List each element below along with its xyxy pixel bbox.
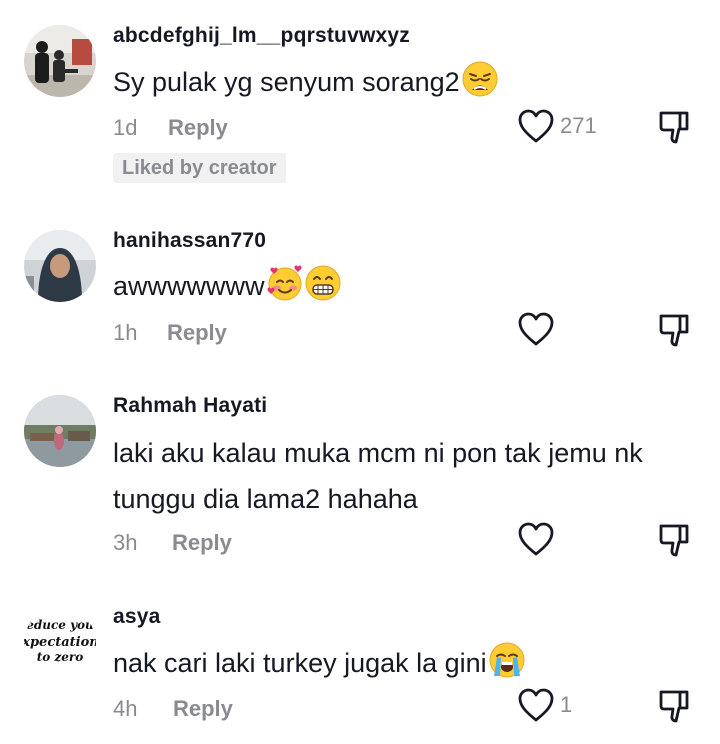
comment-username[interactable]: Rahmah Hayati [113,394,267,418]
smiling-face-with-hearts-icon [266,265,303,301]
heart-icon[interactable] [517,521,555,557]
avatar[interactable]: reduce your expectations to zero [24,607,96,679]
avatar[interactable] [24,395,96,467]
heart-icon[interactable] [517,108,555,144]
comment-username[interactable]: hanihassan770 [113,229,266,253]
comment-item: Rahmah Hayati laki aku kalau muka mcm ni… [0,375,720,575]
like-count: 1 [560,692,573,717]
comment-text-body: awwwwwww [113,271,265,301]
comment-text: awwwwwww [113,263,703,309]
beaming-face-icon [305,265,341,301]
weary-face-icon [462,61,498,97]
avatar[interactable] [24,230,96,302]
comment-text-body: nak cari laki turkey jugak la gini [113,648,487,678]
reply-button[interactable]: Reply [168,115,228,141]
comment-time: 1h [113,320,138,345]
comment-username[interactable]: asya [113,605,161,629]
comment-text: laki aku kalau muka mcm ni pon tak jemu … [113,438,643,514]
comment-item: reduce your expectations to zero asya na… [0,575,720,744]
dislike-icon[interactable] [656,108,694,146]
avatar-text-line-1: reduce your [24,618,96,632]
comment-item: abcdefghij_lm__pqrstuvwxyz Sy pulak yg s… [0,0,720,200]
dislike-icon[interactable] [656,311,694,349]
comment-time: 3h [113,530,138,555]
heart-icon[interactable] [517,311,555,347]
comment-text: Sy pulak yg senyum sorang2 [113,59,703,105]
comment-username[interactable]: abcdefghij_lm__pqrstuvwxyz [113,24,410,48]
avatar[interactable] [24,25,96,97]
avatar-text-line-2: expectations [24,635,96,650]
comment-time: 1d [113,115,138,140]
dislike-icon[interactable] [656,521,694,559]
comment-time: 4h [113,696,138,721]
reply-button[interactable]: Reply [167,320,227,346]
comment-text-body: Sy pulak yg senyum sorang2 [113,67,460,97]
comment-item: hanihassan770 awwwwwww 1h Reply [0,200,720,375]
like-count: 271 [560,113,597,138]
reply-button[interactable]: Reply [172,530,232,556]
dislike-icon[interactable] [656,687,694,725]
heart-icon[interactable] [517,687,555,723]
avatar-text-line-3: to zero [37,650,84,664]
comment-text: nak cari laki turkey jugak la gini [113,640,703,686]
loudly-crying-face-icon [489,642,525,678]
liked-by-creator-badge: Liked by creator [113,153,286,183]
reply-button[interactable]: Reply [173,696,233,722]
